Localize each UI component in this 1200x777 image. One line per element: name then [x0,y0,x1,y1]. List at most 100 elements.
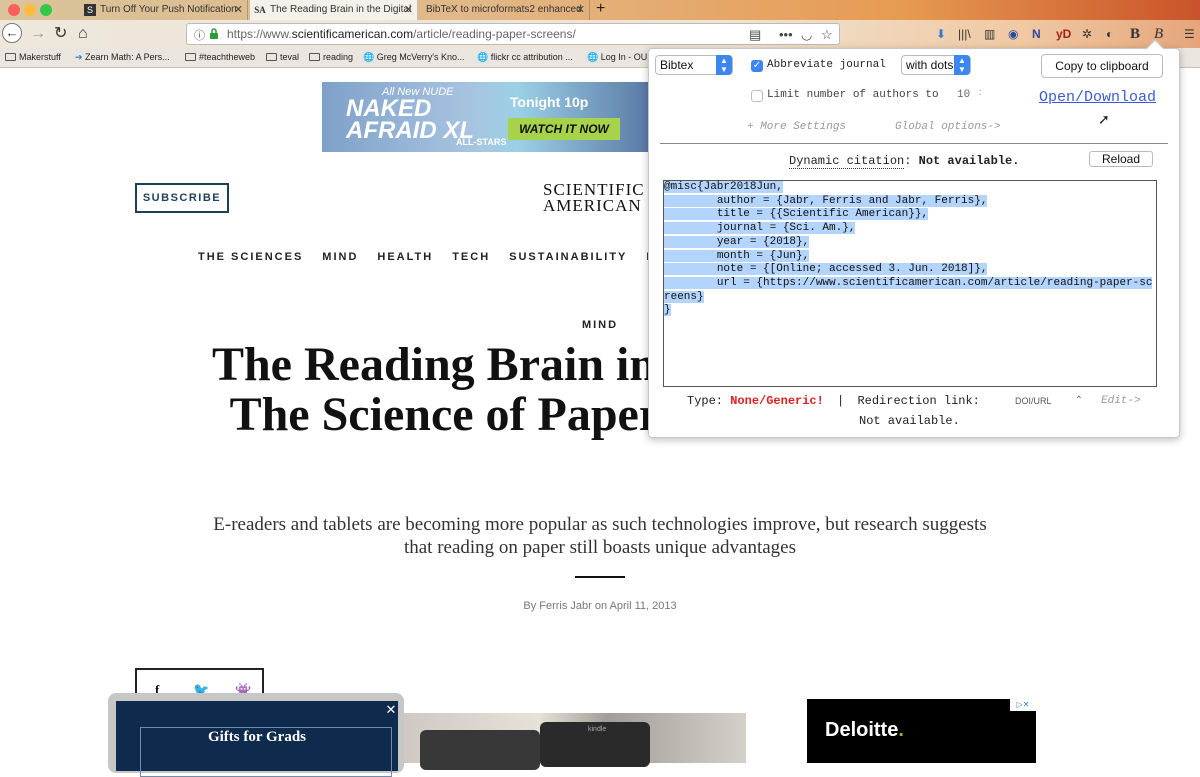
bookmark-item[interactable]: teval [266,52,299,62]
tab-reading-brain[interactable]: SA The Reading Brain in the Digital ✕ [250,0,418,20]
bookmark-favicon-icon: ➔ [75,52,86,62]
separator: | [837,394,845,408]
global-options-link[interactable]: Global options-> [895,121,1001,133]
extension-icon[interactable]: ◉ [1008,26,1018,42]
bookmark-label: reading [323,52,354,62]
tab-bibtex-microformats[interactable]: BibTeX to microformats2 enhanced ✕ [420,0,590,20]
redirection-status: Not available. [859,414,960,428]
menu-icon[interactable]: ☰ [1184,26,1195,42]
reload-button[interactable]: Reload [1089,151,1153,167]
extension-icon[interactable]: ◐ [1106,26,1113,42]
sidebar-icon[interactable]: ▥ [984,26,995,42]
pocket-icon[interactable]: ◡ [801,27,812,43]
edit-link[interactable]: Edit-> [1101,395,1141,407]
minimize-window-button[interactable] [24,4,36,16]
nav-item-mind[interactable]: MIND [322,251,358,263]
kindle-device-image [420,730,540,770]
yd-icon[interactable]: yD [1056,26,1071,42]
close-tab-icon[interactable]: ✕ [576,0,585,20]
bookmark-label: teval [280,52,300,62]
abbreviate-style-value: with dots [906,58,954,72]
colon: : [904,154,912,168]
abbreviate-journal-label: Abbreviate journal [767,59,886,71]
zoom-window-button[interactable] [40,4,52,16]
logo-line-2: AMERICAN [543,196,642,215]
close-gifts-icon[interactable]: ✕ [383,702,399,718]
library-icon[interactable]: |||\ [958,26,971,42]
bibtex-output-textarea[interactable]: @misc{Jabr2018Jun, author = {Jabr, Ferri… [663,180,1157,387]
tab-title: BibTeX to microformats2 enhanced [426,4,582,15]
bookmark-item[interactable]: reading [309,52,353,62]
reload-icon[interactable]: ↻ [54,24,67,44]
download-icon[interactable]: ⬇ [936,26,946,42]
new-tab-button[interactable]: + [596,0,605,18]
divider [575,576,625,578]
type-label: Type: [687,394,724,408]
article-dek: E-readers and tablets are becoming more … [213,514,987,558]
nav-item-sustainability[interactable]: SUSTAINABILITY [509,251,627,263]
bold-b-icon[interactable]: B [1130,26,1140,42]
stepper-icon[interactable]: : [979,87,982,97]
n-icon[interactable]: N [1032,26,1041,42]
bibtex-output-text: @misc{Jabr2018Jun, author = {Jabr, Ferri… [664,181,1153,317]
gifts-title: Gifts for Grads [207,729,307,745]
forward-icon[interactable]: → [30,24,46,44]
banner-ad[interactable]: All New NUDE NAKED AFRAID XL Tonight 10p… [322,82,648,152]
copy-to-clipboard-button[interactable]: Copy to clipboard [1041,54,1163,78]
adchoices-icon[interactable]: ▷✕ [1010,699,1036,711]
ad-watch-button[interactable]: WATCH IT NOW [508,118,620,140]
type-value: None/Generic! [730,394,824,408]
ad-subtitle: ALL-STARS [456,137,507,147]
deloitte-logo: Deloitte. [825,719,904,741]
deloitte-ad[interactable]: Deloitte. ▷✕ [807,699,1036,763]
abbreviate-style-select[interactable]: with dots ▲ ▼ [901,55,971,75]
close-window-button[interactable] [8,4,20,16]
back-button[interactable]: ← [2,23,22,43]
limit-authors-value[interactable]: 10 [957,89,970,101]
select-arrows-icon: ▲ ▼ [954,55,970,75]
close-tab-icon[interactable]: ✕ [234,0,243,20]
bibtex-popup: Bibtex ▲ ▼ ✓ Abbreviate journal with dots… [648,39,1180,438]
limit-authors-checkbox[interactable] [751,90,763,102]
bookmark-label: #teachtheweb [199,52,256,62]
folder-icon [185,53,196,61]
gifts-panel[interactable]: Gifts for Grads [116,701,398,777]
nav-item-tech[interactable]: TECH [452,251,490,263]
page-actions-icon[interactable]: ••• [779,27,793,42]
reader-view-icon[interactable]: ▤ [749,27,761,43]
abbreviate-journal-checkbox[interactable]: ✓ [751,60,763,72]
bookmark-item[interactable]: 🌐 Log In - OU [587,52,647,63]
tab-favicon-icon: S [84,4,96,16]
info-icon[interactable]: ⓘ [194,27,205,43]
dynamic-citation-status: Not available. [918,154,1020,168]
bookmark-label: Makerstuff [19,52,61,62]
home-icon[interactable]: ⌂ [78,24,88,44]
select-arrows-icon: ⌃ [1074,395,1083,406]
format-select[interactable]: Bibtex ▲ ▼ [655,55,733,75]
address-bar[interactable]: ⓘ https://www.scientificamerican.com/art… [186,23,840,45]
nav-item-health[interactable]: HEALTH [377,251,433,263]
bookmark-label: Greg McVerry's Kno... [376,52,465,62]
format-select-value: Bibtex [660,58,694,72]
tab-push-notifications[interactable]: S Turn Off Your Push Notification ✕ [80,0,248,20]
bookmark-item[interactable]: #teachtheweb [185,52,255,62]
bookmark-item[interactable]: Makerstuff [5,52,61,62]
settings-icon[interactable]: ✲ [1082,26,1092,42]
more-settings-link[interactable]: + More Settings [747,121,846,133]
open-download-link[interactable]: Open/Download [1039,89,1156,106]
bookmark-item[interactable]: ➔ Zearn Math: A Pers... [75,52,170,63]
bookmark-item[interactable]: 🌐 flickr cc attribution ... [477,52,573,63]
close-tab-icon[interactable]: ✕ [404,0,413,20]
ad-title: NAKED AFRAID XL [346,95,474,144]
nav-item-sciences[interactable]: THE SCIENCES [198,251,303,263]
site-logo[interactable]: SCIENTIFIC AMERICAN [543,181,645,215]
ad-time: Tonight 10p [510,94,589,110]
folder-icon [266,53,277,61]
globe-icon: 🌐 [587,52,601,62]
bookmark-item[interactable]: 🌐 Greg McVerry's Kno... [363,52,464,63]
byline: By Ferris Jabr on April 11, 2013 [523,600,677,612]
redirection-select[interactable]: DOI/URL ⌃ [1009,393,1085,409]
bookmark-star-icon[interactable]: ☆ [821,27,833,43]
subscribe-button[interactable]: SUBSCRIBE [135,183,229,213]
bookmark-label: Log In - OU [600,52,648,62]
